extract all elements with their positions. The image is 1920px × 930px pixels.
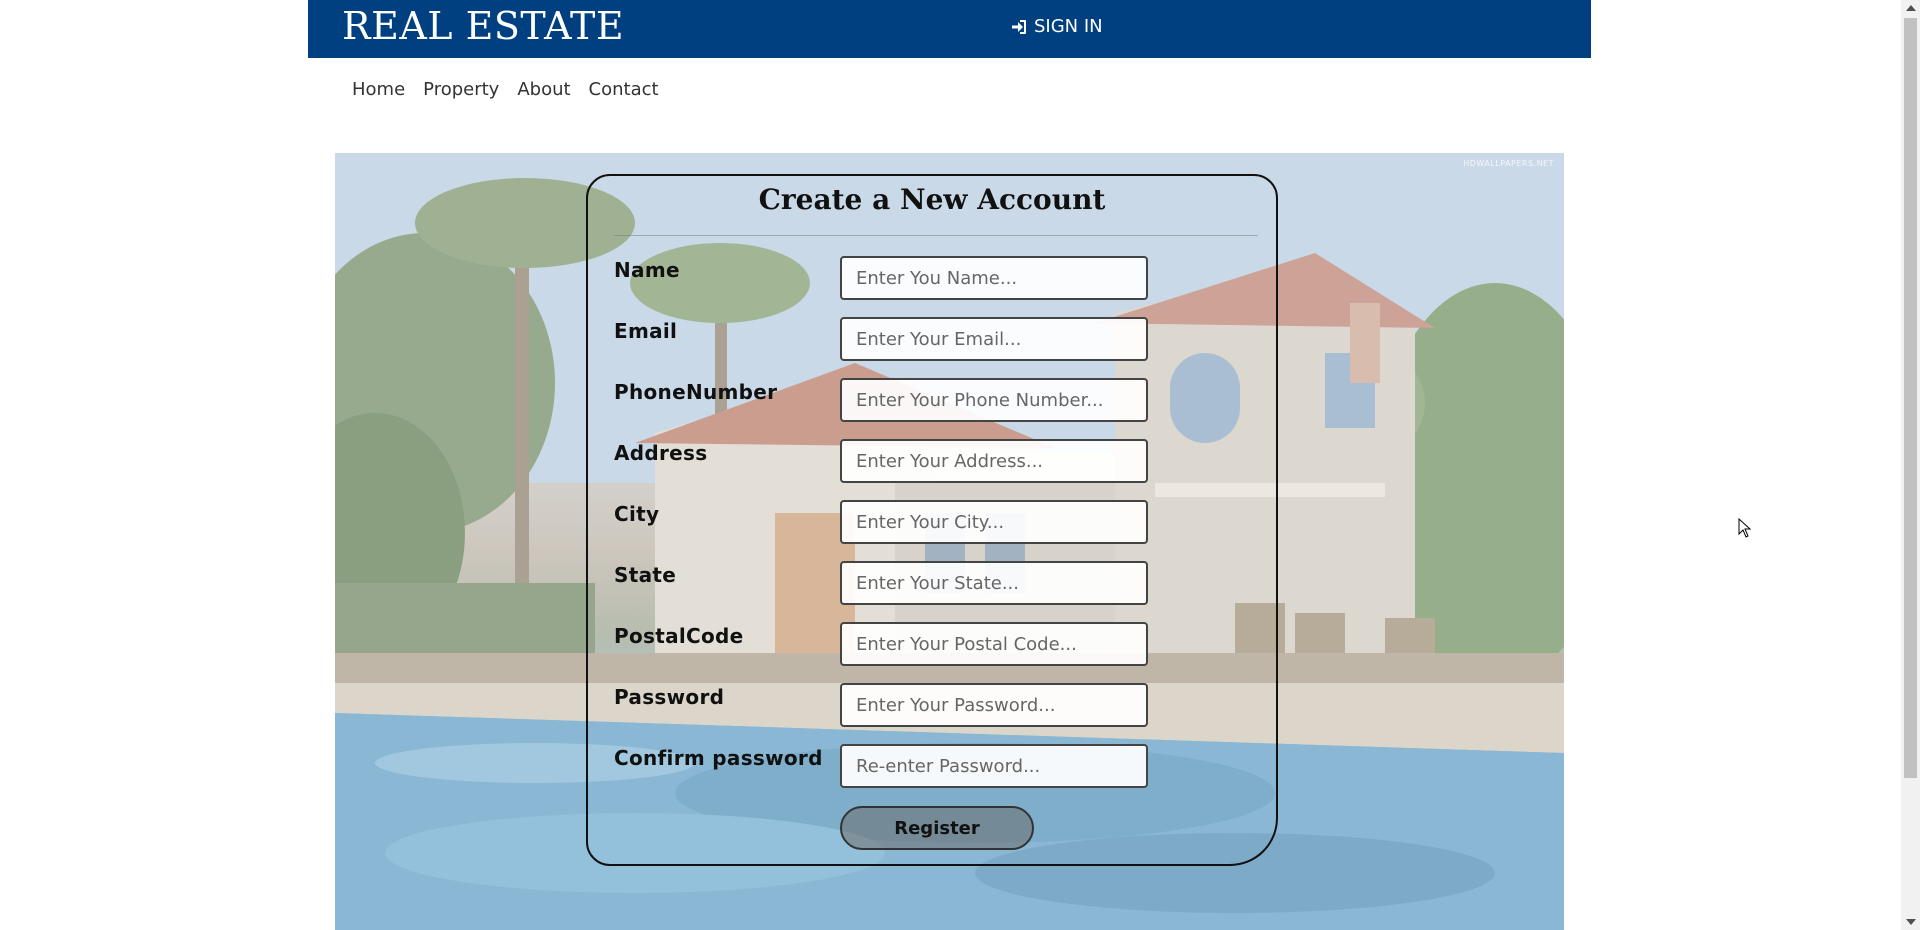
address-label: Address [614, 441, 708, 465]
nav-home[interactable]: Home [352, 78, 405, 102]
form-row-email: Email [614, 317, 1254, 361]
main-nav: Home Property About Contact [352, 78, 677, 102]
form-row-address: Address [614, 439, 1254, 483]
nav-property[interactable]: Property [423, 78, 499, 102]
password-input[interactable] [840, 683, 1148, 727]
register-button[interactable]: Register [840, 806, 1034, 850]
form-row-confirm-password: Confirm password [614, 744, 1254, 788]
password-label: Password [614, 685, 725, 709]
scrollbar-thumb[interactable] [1904, 18, 1917, 778]
nav-about[interactable]: About [517, 78, 570, 102]
state-input[interactable] [840, 561, 1148, 605]
postal-code-input[interactable] [840, 622, 1148, 666]
address-input[interactable] [840, 439, 1148, 483]
page: REAL ESTATE SIGN IN Home Property About … [0, 0, 1920, 930]
form-row-postal-code: PostalCode [614, 622, 1254, 666]
title-divider [614, 235, 1258, 236]
nav-contact[interactable]: Contact [589, 78, 659, 102]
registration-form: Create a New Account Name Email PhoneNum… [586, 174, 1278, 866]
scroll-up-arrow-icon[interactable] [1906, 5, 1916, 11]
vertical-scrollbar[interactable] [1901, 0, 1920, 930]
email-label: Email [614, 319, 678, 343]
form-title: Create a New Account [758, 183, 1106, 216]
city-label: City [614, 502, 660, 526]
form-row-phone: PhoneNumber [614, 378, 1254, 422]
mouse-cursor-icon [1738, 517, 1752, 542]
phone-number-label: PhoneNumber [614, 380, 778, 404]
postal-code-label: PostalCode [614, 624, 744, 648]
sign-in-icon [1010, 18, 1028, 36]
header-bar: REAL ESTATE SIGN IN [308, 0, 1591, 58]
confirm-password-label: Confirm password [614, 746, 823, 770]
email-input[interactable] [840, 317, 1148, 361]
form-row-state: State [614, 561, 1254, 605]
name-label: Name [614, 258, 680, 282]
city-input[interactable] [840, 500, 1148, 544]
form-row-password: Password [614, 683, 1254, 727]
form-row-name: Name [614, 256, 1254, 300]
sign-in-label: SIGN IN [1034, 16, 1103, 37]
brand-logo-text[interactable]: REAL ESTATE [342, 2, 624, 50]
state-label: State [614, 563, 677, 587]
name-input[interactable] [840, 256, 1148, 300]
sign-in-link[interactable]: SIGN IN [1010, 14, 1103, 40]
phone-number-input[interactable] [840, 378, 1148, 422]
confirm-password-input[interactable] [840, 744, 1148, 788]
scroll-down-arrow-icon[interactable] [1906, 919, 1916, 925]
form-row-city: City [614, 500, 1254, 544]
image-watermark: HDWALLPAPERS.NET [1463, 159, 1554, 168]
